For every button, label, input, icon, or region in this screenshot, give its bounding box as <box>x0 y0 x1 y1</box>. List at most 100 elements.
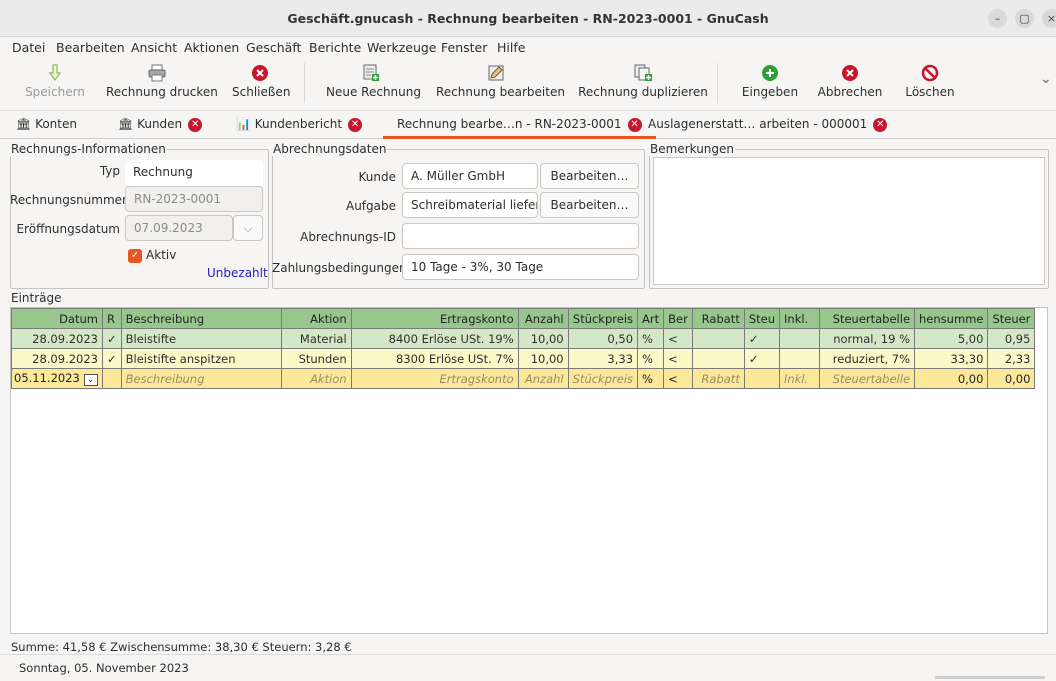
edit-invoice-button[interactable]: Rechnung bearbeiten <box>436 61 565 107</box>
cell-stueckpreis[interactable]: Stückpreis <box>567 368 639 389</box>
close-invoice-button[interactable]: Schließen <box>232 61 290 107</box>
cell-ber[interactable]: < <box>663 328 693 349</box>
menu-aktionen[interactable]: Aktionen <box>184 40 239 55</box>
cell-stueckpreis[interactable]: 3,33 <box>567 348 639 369</box>
menu-berichte[interactable]: Berichte <box>309 40 361 55</box>
col-header-datum[interactable]: Datum <box>11 308 103 329</box>
col-header-beschreibung[interactable]: Beschreibung <box>120 308 282 329</box>
cell-ertragskonto[interactable]: 8300 Erlöse USt. 7% <box>350 348 519 369</box>
cell-art[interactable]: % <box>637 328 665 349</box>
cell-r[interactable]: ✓ <box>102 328 122 349</box>
col-header-aktion[interactable]: Aktion <box>280 308 352 329</box>
cell-inkl[interactable] <box>779 348 821 369</box>
edit-job-button[interactable]: Bearbeiten… <box>540 192 639 218</box>
open-date-field[interactable]: 07.09.2023 <box>125 215 233 241</box>
menu-geschaeft[interactable]: Geschäft <box>246 40 301 55</box>
cell-aktion[interactable]: Stunden <box>280 348 352 369</box>
table-row-new[interactable]: 05.11.2023 ⌄ Beschreibung Aktion Ertrags… <box>11 368 1036 389</box>
cell-stueckpreis[interactable]: 0,50 <box>567 328 639 349</box>
cell-steuertabelle[interactable]: normal, 19 % <box>819 328 916 349</box>
cell-rabatt[interactable]: Rabatt <box>691 368 745 389</box>
table-row[interactable]: 28.09.2023 ✓ Bleistifte anspitzen Stunde… <box>11 348 1036 369</box>
table-row[interactable]: 28.09.2023 ✓ Bleistifte Material 8400 Er… <box>11 328 1036 349</box>
cell-r[interactable] <box>102 368 122 389</box>
cell-steu[interactable]: ✓ <box>743 328 781 349</box>
cell-beschreibung[interactable]: Bleistifte <box>120 328 282 349</box>
cell-beschreibung[interactable]: Bleistifte anspitzen <box>120 348 282 369</box>
col-header-rabatt[interactable]: Rabatt <box>691 308 745 329</box>
cell-anzahl[interactable]: 10,00 <box>517 328 569 349</box>
menu-werkzeuge[interactable]: Werkzeuge <box>367 40 437 55</box>
tab-auslagenerstattung[interactable]: Auslagenerstatt… arbeiten - 000001 ✕ <box>648 111 888 139</box>
active-checkbox[interactable]: ✓ <box>128 249 142 263</box>
delete-button[interactable]: Löschen <box>900 61 960 107</box>
cell-art[interactable]: % <box>637 348 665 369</box>
cell-datum[interactable]: 28.09.2023 <box>11 348 103 369</box>
cell-steu[interactable] <box>743 368 781 389</box>
cell-anzahl[interactable]: 10,00 <box>517 348 569 369</box>
post-button[interactable]: Eingeben <box>740 61 800 107</box>
cell-anzahl[interactable]: Anzahl <box>517 368 569 389</box>
cell-summe[interactable]: 5,00 <box>914 328 989 349</box>
tab-kunden[interactable]: 🏛 Kunden ✕ <box>118 111 203 139</box>
cell-ber[interactable]: < <box>663 348 693 369</box>
tab-kundenbericht[interactable]: 📊 Kundenbericht ✕ <box>236 111 363 139</box>
col-header-steuer[interactable]: Steuer <box>987 308 1036 329</box>
duplicate-invoice-button[interactable]: Rechnung duplizieren <box>578 61 708 107</box>
tab-close-icon[interactable]: ✕ <box>873 117 888 132</box>
menu-hilfe[interactable]: Hilfe <box>497 40 525 55</box>
edit-customer-button[interactable]: Bearbeiten… <box>540 163 639 189</box>
cell-datum-editor[interactable]: 05.11.2023 ⌄ <box>11 368 103 389</box>
col-header-anzahl[interactable]: Anzahl <box>517 308 569 329</box>
cell-ertragskonto[interactable]: Ertragskonto <box>350 368 519 389</box>
cell-beschreibung[interactable]: Beschreibung <box>120 368 282 389</box>
cell-ber[interactable]: < <box>663 368 693 389</box>
chevron-down-icon[interactable]: ⌄ <box>83 374 98 386</box>
cell-summe[interactable]: 33,30 <box>914 348 989 369</box>
customer-field[interactable]: A. Müller GmbH <box>402 163 538 189</box>
billing-id-field[interactable] <box>402 223 639 249</box>
terms-field[interactable]: 10 Tage - 3%, 30 Tage <box>402 254 639 280</box>
new-invoice-button[interactable]: Neue Rechnung <box>326 61 421 107</box>
cell-inkl[interactable]: Inkl. <box>779 368 821 389</box>
tab-rechnung-bearbeiten[interactable]: Rechnung bearbe…n - RN-2023-0001 ✕ <box>383 111 656 139</box>
col-header-steuertabelle[interactable]: Steuertabelle <box>819 308 916 329</box>
menu-bearbeiten[interactable]: Bearbeiten <box>56 40 125 55</box>
cell-aktion[interactable]: Material <box>280 328 352 349</box>
save-button[interactable]: Speichern <box>20 61 90 107</box>
cell-r[interactable]: ✓ <box>102 348 122 369</box>
cell-summe[interactable]: 0,00 <box>914 368 989 389</box>
tab-close-icon[interactable]: ✕ <box>188 117 203 132</box>
print-invoice-button[interactable]: Rechnung drucken <box>106 61 218 107</box>
col-header-summe[interactable]: hensumme <box>914 308 989 329</box>
tab-konten[interactable]: 🏛 Konten <box>16 111 77 139</box>
toolbar-overflow-icon[interactable]: ⌄ <box>1040 71 1052 87</box>
cell-steuertabelle[interactable]: reduziert, 7% <box>819 348 916 369</box>
col-header-inkl[interactable]: Inkl. <box>779 308 821 329</box>
col-header-art[interactable]: Art <box>637 308 665 329</box>
cell-steuertabelle[interactable]: Steuertabelle <box>819 368 916 389</box>
cell-art[interactable]: % <box>637 368 665 389</box>
close-window-button[interactable]: × <box>1042 9 1056 28</box>
job-field[interactable]: Schreibmaterial lieferr <box>402 192 538 218</box>
cell-steuer[interactable]: 0,00 <box>987 368 1036 389</box>
cell-steuer[interactable]: 2,33 <box>987 348 1036 369</box>
minimize-button[interactable]: – <box>988 9 1007 28</box>
col-header-ber[interactable]: Ber <box>663 308 693 329</box>
col-header-steu[interactable]: Steu <box>743 308 781 329</box>
cell-rabatt[interactable] <box>691 328 745 349</box>
date-dropdown-button[interactable]: ⌵ <box>233 215 263 241</box>
col-header-stueckpreis[interactable]: Stückpreis <box>567 308 639 329</box>
cell-datum[interactable]: 28.09.2023 <box>11 328 103 349</box>
cell-steu[interactable]: ✓ <box>743 348 781 369</box>
tab-close-icon[interactable]: ✕ <box>348 117 363 132</box>
menu-ansicht[interactable]: Ansicht <box>131 40 177 55</box>
cell-aktion[interactable]: Aktion <box>280 368 352 389</box>
menu-datei[interactable]: Datei <box>12 40 45 55</box>
col-header-ertragskonto[interactable]: Ertragskonto <box>350 308 519 329</box>
invoice-number-field[interactable]: RN-2023-0001 <box>125 186 263 212</box>
cancel-button[interactable]: Abbrechen <box>815 61 885 107</box>
tab-close-icon[interactable]: ✕ <box>627 117 642 132</box>
cell-ertragskonto[interactable]: 8400 Erlöse USt. 19% <box>350 328 519 349</box>
col-header-r[interactable]: R <box>102 308 122 329</box>
